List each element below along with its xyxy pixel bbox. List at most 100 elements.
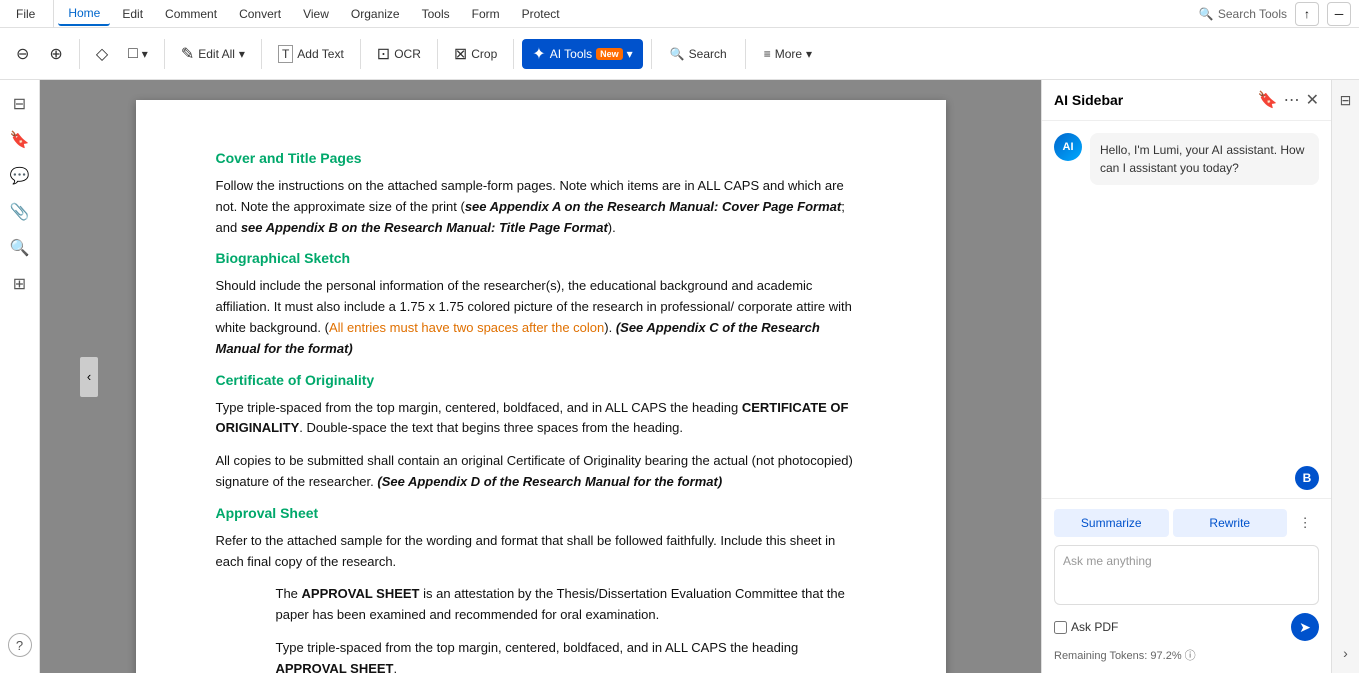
bookmark-header-icon[interactable]: 🔖 [1258, 90, 1278, 110]
para-approval-3: Type triple-spaced from the top margin, … [276, 638, 866, 673]
zoom-in-button[interactable]: ⊕ [41, 39, 70, 69]
para-approval-2: The APPROVAL SHEET is an attestation by … [276, 584, 866, 626]
para-biographical-1: Should include the personal information … [216, 276, 866, 359]
para-approval-1: Refer to the attached sample for the wor… [216, 531, 866, 573]
minimize-button[interactable]: ─ [1327, 2, 1351, 26]
para-cover-title-1: Follow the instructions on the attached … [216, 176, 866, 238]
toolbar: ⊖ ⊕ ◇ □ ▾ ✎ Edit All ▾ T Add Text ⊡ OCR … [0, 28, 1359, 80]
more-dropdown-icon: ▾ [806, 47, 812, 61]
ask-pdf-checkbox[interactable] [1054, 621, 1067, 634]
edit-all-button[interactable]: ✎ Edit All ▾ [173, 39, 253, 69]
divider-5 [360, 39, 361, 69]
remaining-tokens-text: Remaining Tokens: 97.2% ⓘ [1054, 647, 1319, 663]
bookmark-icon[interactable]: 🔖 [4, 124, 36, 156]
menu-edit[interactable]: Edit [112, 3, 153, 25]
tokens-help-icon[interactable]: ⓘ [1185, 650, 1196, 662]
help-icon[interactable]: ? [8, 633, 32, 657]
menu-view[interactable]: View [293, 3, 339, 25]
ocr-button[interactable]: ⊡ OCR [369, 39, 429, 69]
content-area[interactable]: ‹ Cover and Title Pages Follow the instr… [40, 80, 1041, 673]
menu-form[interactable]: Form [462, 3, 510, 25]
crop-icon: ⊠ [454, 44, 467, 64]
shape-button[interactable]: □ ▾ [120, 40, 156, 68]
more-button[interactable]: ≡ More ▾ [754, 42, 822, 66]
zoom-out-icon: ⊖ [16, 44, 29, 64]
shape-dropdown-icon: ▾ [142, 47, 148, 61]
ocr-icon: ⊡ [377, 44, 390, 64]
ai-sidebar-header: AI Sidebar 🔖 ⋯ ✕ [1042, 80, 1331, 121]
section-approval: Approval Sheet Refer to the attached sam… [216, 505, 866, 673]
page-thumbnail-icon[interactable]: ⊟ [4, 88, 36, 120]
ai-sidebar-footer: Summarize Rewrite ⋮ Ask me anything Ask … [1042, 498, 1331, 673]
ai-tools-icon: ✦ [532, 44, 545, 64]
ai-sidebar-body: AI Hello, I'm Lumi, your AI assistant. H… [1042, 121, 1331, 466]
attachment-icon[interactable]: 📎 [4, 196, 36, 228]
divider-3 [164, 39, 165, 69]
divider-9 [745, 39, 746, 69]
ai-input-field[interactable]: Ask me anything [1054, 545, 1319, 605]
ai-greeting-text: Hello, I'm Lumi, your AI assistant. How … [1090, 133, 1319, 185]
ask-pdf-checkbox-label[interactable]: Ask PDF [1054, 620, 1118, 634]
add-text-icon: T [278, 45, 293, 63]
ai-footer-bottom: Ask PDF ➤ [1054, 613, 1319, 641]
title-bar: File Home Edit Comment Convert View Orga… [0, 0, 1359, 28]
menu-convert[interactable]: Convert [229, 3, 291, 25]
edit-all-icon: ✎ [181, 44, 194, 64]
menu-home[interactable]: Home [58, 2, 110, 26]
send-button[interactable]: ➤ [1291, 613, 1319, 641]
search-tools-button[interactable]: 🔍 Search Tools [1199, 7, 1287, 21]
ai-sidebar-title: AI Sidebar [1054, 92, 1250, 108]
heading-certificate: Certificate of Originality [216, 372, 866, 388]
section-biographical: Biographical Sketch Should include the p… [216, 250, 866, 359]
comment-icon[interactable]: 💬 [4, 160, 36, 192]
ai-tab-more-button[interactable]: ⋮ [1291, 509, 1319, 537]
divider-2 [79, 39, 80, 69]
filter-icon[interactable]: ⊟ [1334, 88, 1358, 112]
ai-action-icon[interactable]: B [1295, 466, 1319, 490]
more-header-icon[interactable]: ⋯ [1284, 90, 1300, 110]
summarize-tab[interactable]: Summarize [1054, 509, 1169, 537]
pdf-page: Cover and Title Pages Follow the instruc… [136, 100, 946, 673]
new-badge: New [596, 48, 623, 60]
close-ai-sidebar-icon[interactable]: ✕ [1306, 90, 1319, 110]
menu-protect[interactable]: Protect [512, 3, 570, 25]
left-nav-arrow[interactable]: ‹ [80, 357, 98, 397]
crop-button[interactable]: ⊠ Crop [446, 39, 505, 69]
heading-cover-title: Cover and Title Pages [216, 150, 866, 166]
divider-1 [53, 0, 54, 29]
collapse-right-icon[interactable]: › [1334, 641, 1358, 665]
title-bar-left: File [8, 0, 58, 29]
section-certificate: Certificate of Originality Type triple-s… [216, 372, 866, 493]
ai-sidebar: W AI Sidebar 🔖 ⋯ ✕ AI Hello, I'm Lumi, y… [1041, 80, 1331, 673]
ai-tools-button[interactable]: ✦ AI Tools New ▾ [522, 39, 642, 69]
title-bar-right: 🔍 Search Tools ↑ ─ [1199, 2, 1351, 26]
rewrite-tab[interactable]: Rewrite [1173, 509, 1288, 537]
menu-tools[interactable]: Tools [412, 3, 460, 25]
search-tools-icon: 🔍 [1199, 7, 1214, 21]
ai-sidebar-header-icons: 🔖 ⋯ ✕ [1258, 90, 1319, 110]
highlight-button[interactable]: ◇ [88, 39, 116, 69]
search-button[interactable]: 🔍 Search [660, 42, 737, 66]
section-cover-title: Cover and Title Pages Follow the instruc… [216, 150, 866, 238]
ai-greeting-message: AI Hello, I'm Lumi, your AI assistant. H… [1054, 133, 1319, 185]
left-sidebar: ⊟ 🔖 💬 📎 🔍 ⊞ ? [0, 80, 40, 673]
divider-6 [437, 39, 438, 69]
menu-comment[interactable]: Comment [155, 3, 227, 25]
far-right-panel: ⊟ › [1331, 80, 1359, 673]
send-icon: ➤ [1299, 619, 1311, 636]
file-menu[interactable]: File [8, 2, 43, 26]
ai-footer-tabs: Summarize Rewrite ⋮ [1054, 509, 1319, 537]
add-text-button[interactable]: T Add Text [270, 40, 352, 68]
ai-tools-dropdown-icon: ▾ [627, 47, 633, 61]
heading-biographical: Biographical Sketch [216, 250, 866, 266]
divider-7 [513, 39, 514, 69]
shape-icon: □ [128, 45, 138, 63]
layers-icon[interactable]: ⊞ [4, 268, 36, 300]
menu-organize[interactable]: Organize [341, 3, 410, 25]
search-sidebar-icon[interactable]: 🔍 [4, 232, 36, 264]
zoom-out-button[interactable]: ⊖ [8, 39, 37, 69]
main-layout: ⊟ 🔖 💬 📎 🔍 ⊞ ? ‹ Cover and Title Pages Fo… [0, 80, 1359, 673]
ai-action-area: B [1042, 466, 1331, 498]
upload-button[interactable]: ↑ [1295, 2, 1319, 26]
sidebar-bottom: ? [8, 633, 32, 665]
